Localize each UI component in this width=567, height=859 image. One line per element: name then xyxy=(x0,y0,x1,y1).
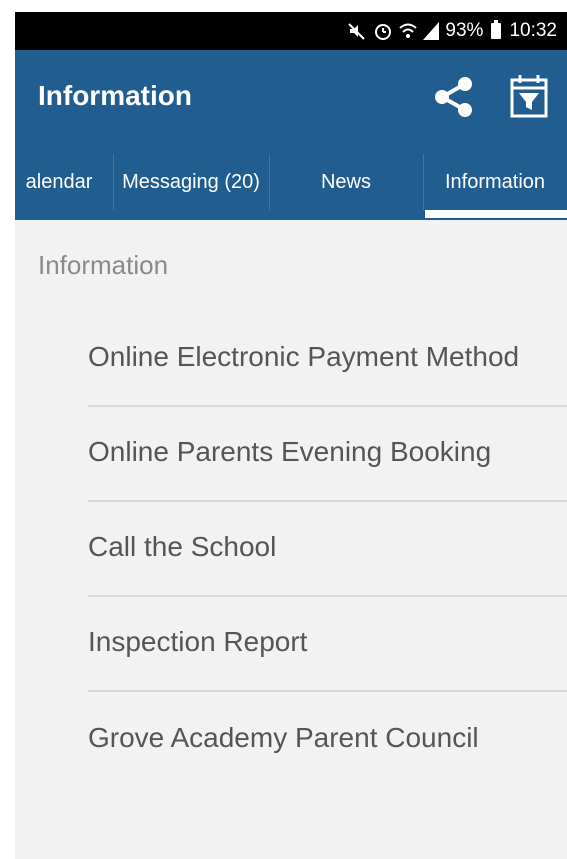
status-time: 10:32 xyxy=(509,20,557,41)
tab-label: alendar xyxy=(25,170,93,193)
tab-calendar[interactable]: alendar xyxy=(15,144,113,220)
tab-messaging[interactable]: Messaging (20) xyxy=(113,144,269,220)
list-item-payment-method[interactable]: Online Electronic Payment Method xyxy=(88,312,567,407)
signal-icon xyxy=(423,12,440,50)
phone-screen: 93% 10:32 Information alendar Messaging … xyxy=(15,12,567,859)
status-icons: 93% 10:32 xyxy=(347,12,557,50)
active-tab-indicator xyxy=(425,210,567,218)
calendar-filter-icon xyxy=(510,75,548,118)
app-bar: Information xyxy=(15,50,567,144)
information-list: Online Electronic Payment Method Online … xyxy=(88,312,567,787)
share-icon xyxy=(435,77,472,117)
alarm-icon xyxy=(373,12,393,50)
battery-percent: 93% xyxy=(445,20,484,41)
list-item-inspection-report[interactable]: Inspection Report xyxy=(88,597,567,692)
tab-bar: alendar Messaging (20) News Information xyxy=(15,144,567,220)
share-button[interactable] xyxy=(433,75,475,119)
tab-news[interactable]: News xyxy=(269,144,423,220)
section-title: Information xyxy=(38,250,169,280)
list-item-parent-council[interactable]: Grove Academy Parent Council xyxy=(88,692,567,787)
battery-icon xyxy=(491,20,502,39)
wifi-icon xyxy=(399,12,418,50)
status-bar: 93% 10:32 xyxy=(15,12,567,50)
calendar-filter-button[interactable] xyxy=(509,73,549,119)
list-item-call-school[interactable]: Call the School xyxy=(88,502,567,597)
tab-label: Information xyxy=(444,170,546,193)
page-title: Information xyxy=(38,80,192,111)
tab-label: Messaging (20) xyxy=(122,170,260,193)
tab-label: News xyxy=(320,170,371,193)
mute-icon xyxy=(347,12,367,50)
list-item-parents-evening[interactable]: Online Parents Evening Booking xyxy=(88,407,567,502)
tab-information[interactable]: Information xyxy=(423,144,567,220)
